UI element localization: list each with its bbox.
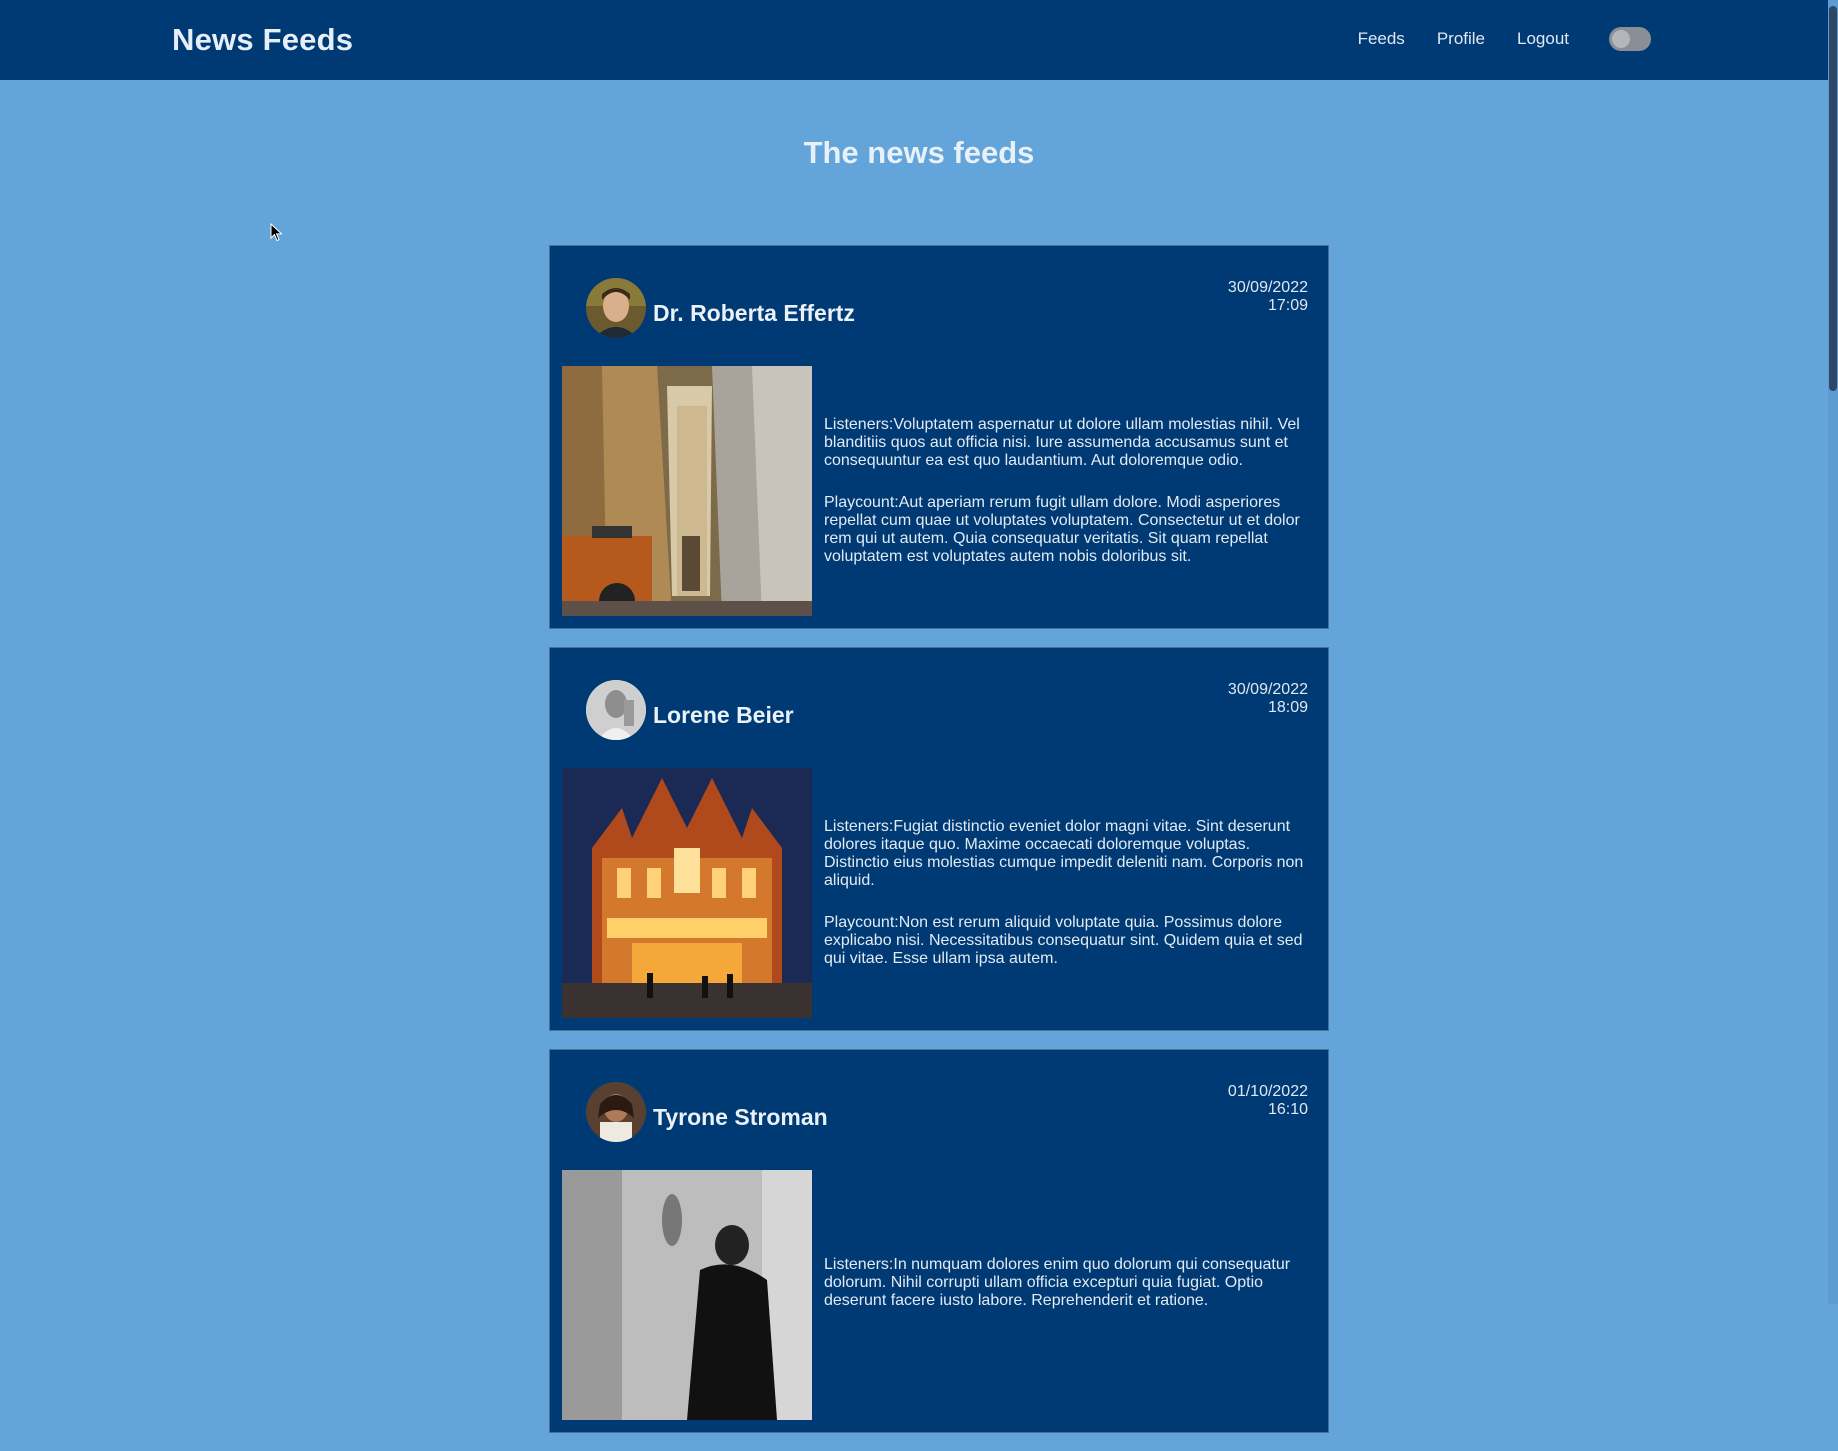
feed-image[interactable] bbox=[562, 1170, 812, 1420]
post-date: 30/09/2022 bbox=[1227, 681, 1308, 698]
listeners-text: Listeners:Fugiat distinctio eveniet dolo… bbox=[824, 818, 1304, 889]
post-timestamp: 01/10/2022 16:10 bbox=[1228, 1083, 1308, 1119]
feed-text: Listeners:In numquam dolores enim quo do… bbox=[824, 1170, 1310, 1420]
toggle-knob bbox=[1612, 30, 1630, 48]
avatar[interactable] bbox=[586, 680, 646, 740]
feed-card: Dr. Roberta Effertz 30/09/2022 17:09 Lis… bbox=[549, 245, 1329, 629]
post-time: 16:10 bbox=[1267, 1101, 1308, 1118]
navbar: News Feeds Feeds Profile Logout bbox=[0, 0, 1838, 80]
feed-image[interactable] bbox=[562, 366, 812, 616]
avatar[interactable] bbox=[586, 1082, 646, 1142]
post-date: 30/09/2022 bbox=[1227, 279, 1308, 296]
post-date: 01/10/2022 bbox=[1227, 1083, 1308, 1100]
scrollbar-thumb[interactable] bbox=[1829, 6, 1837, 391]
post-time: 18:09 bbox=[1267, 699, 1308, 716]
nav-link-feeds[interactable]: Feeds bbox=[1358, 29, 1405, 49]
listeners-text: Listeners:In numquam dolores enim quo do… bbox=[824, 1256, 1291, 1309]
page-scrollbar[interactable] bbox=[1828, 0, 1838, 1304]
feed-text: Listeners:Fugiat distinctio eveniet dolo… bbox=[824, 768, 1310, 1018]
nav-links: Feeds Profile Logout bbox=[1326, 27, 1651, 51]
feed-card: Lorene Beier 30/09/2022 18:09 Listeners:… bbox=[549, 647, 1329, 1031]
playcount-text: Playcount:Aut aperiam rerum fugit ullam … bbox=[824, 494, 1300, 565]
feed-list: Dr. Roberta Effertz 30/09/2022 17:09 Lis… bbox=[549, 245, 1329, 1451]
mouse-cursor-icon bbox=[270, 222, 284, 243]
post-timestamp: 30/09/2022 18:09 bbox=[1228, 681, 1308, 717]
listeners-text: Listeners:Voluptatem aspernatur ut dolor… bbox=[824, 416, 1300, 469]
author-name[interactable]: Dr. Roberta Effertz bbox=[653, 300, 855, 327]
brand-title[interactable]: News Feeds bbox=[172, 22, 353, 58]
avatar[interactable] bbox=[586, 278, 646, 338]
post-time: 17:09 bbox=[1267, 297, 1308, 314]
author-name[interactable]: Tyrone Stroman bbox=[653, 1104, 828, 1131]
playcount-text: Playcount:Non est rerum aliquid voluptat… bbox=[824, 914, 1303, 967]
page-title: The news feeds bbox=[803, 135, 1035, 170]
post-timestamp: 30/09/2022 17:09 bbox=[1228, 279, 1308, 315]
nav-link-profile[interactable]: Profile bbox=[1437, 29, 1485, 49]
feed-image[interactable] bbox=[562, 768, 812, 1018]
nav-link-logout[interactable]: Logout bbox=[1517, 29, 1569, 49]
feed-card: Tyrone Stroman 01/10/2022 16:10 Listener… bbox=[549, 1049, 1329, 1433]
theme-toggle[interactable] bbox=[1609, 27, 1651, 51]
feed-text: Listeners:Voluptatem aspernatur ut dolor… bbox=[824, 366, 1310, 616]
author-name[interactable]: Lorene Beier bbox=[653, 702, 794, 729]
